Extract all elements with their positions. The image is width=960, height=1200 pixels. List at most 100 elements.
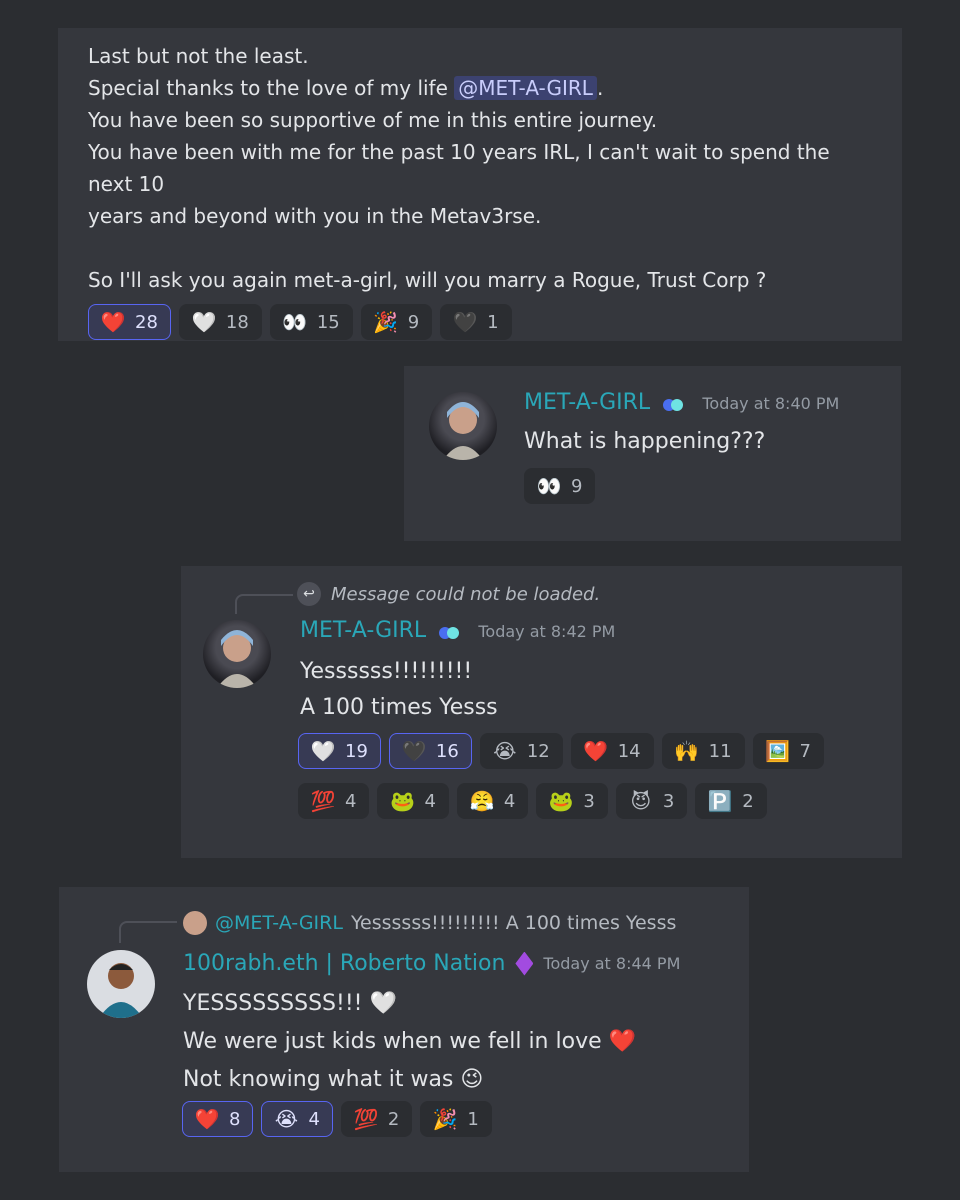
red-heart-icon: ❤️ (194, 1107, 220, 1131)
avatar[interactable] (203, 620, 271, 688)
reaction-count: 4 (345, 790, 357, 812)
reaction-button[interactable]: 🐸 3 (536, 783, 608, 819)
reaction-button[interactable]: 🅿️ 2 (695, 783, 767, 819)
reaction-count: 11 (708, 740, 732, 762)
message-card-4: @MET-A-GIRL Yessssss!!!!!!!!! A 100 time… (59, 887, 749, 1172)
reply-connector (235, 594, 293, 614)
user-mention[interactable]: @MET-A-GIRL (454, 76, 597, 100)
avatar-portrait-icon (99, 963, 143, 1018)
reaction-bar: ❤️ 8 😭 4 💯 2 🎉 1 (182, 1101, 492, 1137)
reaction-count: 2 (387, 1108, 400, 1130)
reaction-bar: ❤️ 28 🤍 18 👀 15 🎉 9 🖤 1 (88, 304, 872, 340)
reaction-count: 9 (571, 475, 583, 497)
reaction-count: 7 (799, 740, 811, 762)
reaction-count: 14 (617, 740, 641, 762)
reaction-button[interactable]: 👀 15 (269, 304, 353, 340)
reaction-count: 1 (487, 311, 499, 333)
badge-icon (439, 626, 465, 640)
dark-heart-icon: 🖤 (452, 310, 478, 334)
reaction-button[interactable]: 🖼️ 7 (752, 733, 824, 769)
reaction-button[interactable]: ❤️ 8 (182, 1101, 254, 1137)
reaction-button[interactable]: 💯 4 (298, 783, 370, 819)
message-line: Yessssss!!!!!!!!! (300, 659, 473, 684)
raised-hands-icon: 🙌 (674, 739, 700, 763)
pepe-hat-icon: 🐸 (390, 789, 415, 813)
message-line: So I'll ask you again met-a-girl, will y… (88, 268, 767, 292)
reaction-count: 16 (435, 740, 459, 762)
reaction-count: 2 (742, 790, 754, 812)
avatar-portrait-icon (217, 630, 257, 688)
crying-face-icon: 😭 (493, 739, 517, 763)
dark-heart-icon: 🖤 (401, 739, 427, 763)
username[interactable]: 100rabh.eth | Roberto Nation (183, 951, 505, 976)
hundred-points-icon: 💯 (353, 1107, 379, 1131)
reaction-count: 15 (316, 311, 340, 333)
reaction-button[interactable]: 😭 12 (479, 733, 563, 769)
reaction-button[interactable]: 😭 4 (261, 1101, 333, 1137)
reaction-button[interactable]: 🤍 19 (298, 733, 381, 769)
reaction-count: 8 (229, 1108, 241, 1130)
reaction-button[interactable]: 😤 4 (456, 783, 529, 819)
reply-unavailable-text: Message could not be loaded. (331, 583, 601, 605)
avatar[interactable] (429, 392, 497, 460)
reply-connector (119, 921, 177, 943)
avatar[interactable] (87, 950, 155, 1018)
message-card-2: MET-A-GIRL Today at 8:40 PM What is happ… (404, 366, 901, 541)
reaction-count: 28 (135, 311, 158, 333)
reaction-count: 3 (583, 790, 595, 812)
party-popper-icon: 🎉 (373, 310, 399, 334)
reaction-button[interactable]: ❤️ 28 (88, 304, 171, 340)
reaction-count: 19 (345, 740, 368, 762)
timestamp: Today at 8:44 PM (543, 954, 681, 973)
white-heart-icon: 🤍 (310, 739, 336, 763)
party-popper-icon: 🎉 (432, 1107, 458, 1131)
reaction-button[interactable]: 🎉 1 (420, 1101, 492, 1137)
timestamp: Today at 8:42 PM (478, 622, 616, 641)
red-heart-icon: ❤️ (100, 310, 126, 334)
reaction-bar: 👀 9 (524, 468, 596, 504)
message-line: Not knowing what it was 😉 (183, 1067, 484, 1092)
reaction-button[interactable]: 🖤 16 (388, 733, 472, 769)
reaction-button[interactable]: ❤️ 14 (570, 733, 654, 769)
eyes-icon: 👀 (536, 474, 562, 498)
reaction-count: 3 (662, 790, 675, 812)
badge-icon (663, 398, 689, 412)
reaction-button[interactable]: 🙌 11 (661, 733, 745, 769)
eyes-icon: 👀 (282, 310, 308, 334)
message-line: Special thanks to the love of my life @M… (88, 76, 604, 100)
reaction-count: 9 (407, 311, 420, 333)
reaction-bar: 🤍 19 🖤 16 😭 12 ❤️ 14 🙌 11 🖼️ 7 💯 4 🐸 4 😤 4 🐸 3 😈 3 🅿️ 2 (298, 733, 888, 819)
message-card-1: Last but not the least. Special thanks t… (58, 28, 902, 341)
reaction-button[interactable]: 🎉 9 (360, 304, 433, 340)
reaction-button[interactable]: 💯 2 (340, 1101, 413, 1137)
reaction-button[interactable]: 👀 9 (524, 468, 596, 504)
white-heart-icon: 🤍 (191, 310, 217, 334)
username[interactable]: MET-A-GIRL (524, 390, 650, 415)
message-line: Last but not the least. (88, 44, 309, 68)
message-line: A 100 times Yesss (300, 695, 498, 720)
crying-face-icon: 😭 (274, 1107, 299, 1131)
reaction-button[interactable]: 😈 3 (615, 783, 688, 819)
devil-face-icon: 😈 (630, 789, 652, 813)
message-line: YESSSSSSSSS!!! 🤍 (183, 991, 397, 1016)
reply-arrow-icon: ↩ (297, 582, 321, 606)
reaction-count: 4 (503, 790, 516, 812)
reaction-count: 4 (424, 790, 436, 812)
reaction-button[interactable]: 🤍 18 (178, 304, 262, 340)
steam-face-icon: 😤 (469, 789, 495, 813)
message-line: You have been so supportive of me in thi… (88, 108, 658, 132)
message-text: What is happening??? (524, 429, 766, 454)
username[interactable]: MET-A-GIRL (300, 618, 426, 643)
hundred-points-icon: 💯 (310, 789, 336, 813)
reaction-count: 18 (225, 311, 249, 333)
reply-preview-text: Yessssss!!!!!!!!! A 100 times Yesss (350, 912, 677, 934)
message-body: Yessssss!!!!!!!!! A 100 times Yesss (300, 654, 498, 726)
reaction-button[interactable]: 🖤 1 (440, 304, 512, 340)
message-line: years and beyond with you in the Metav3r… (88, 204, 542, 228)
reaction-count: 1 (467, 1108, 479, 1130)
crystal-badge-icon (515, 951, 534, 976)
reaction-button[interactable]: 🐸 4 (377, 783, 449, 819)
reply-username[interactable]: @MET-A-GIRL (215, 912, 343, 934)
timestamp: Today at 8:40 PM (702, 394, 840, 413)
message-line: You have been with me for the past 10 ye… (88, 140, 830, 196)
